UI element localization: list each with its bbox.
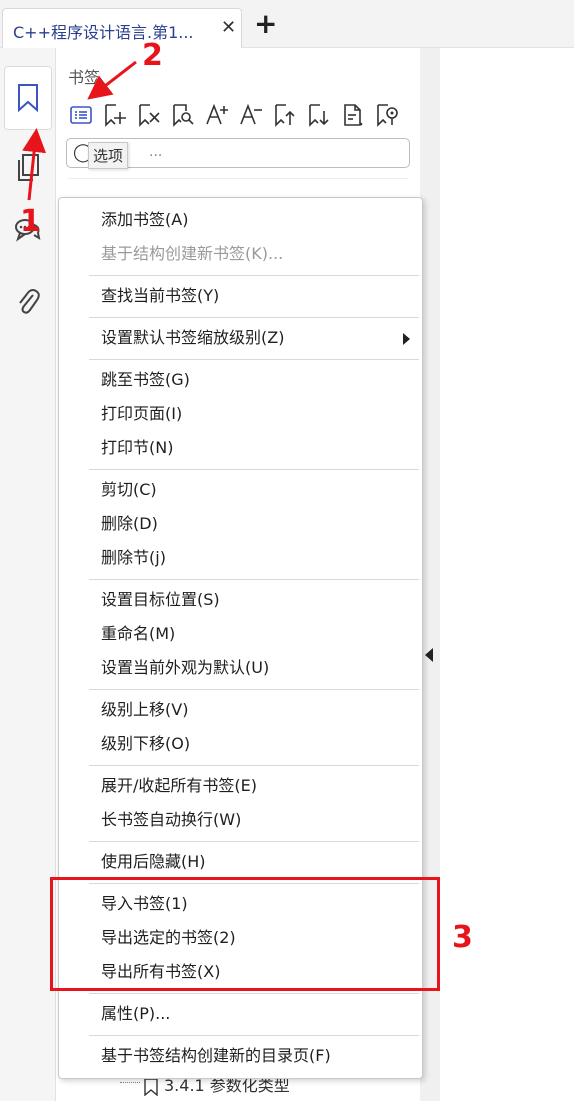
bookmark-icon — [144, 1077, 158, 1096]
menu-separator — [89, 469, 419, 470]
menu-separator — [89, 841, 419, 842]
bookmark-destination-button[interactable] — [372, 100, 402, 130]
attachment-icon — [19, 289, 40, 314]
decrease-font-button[interactable] — [236, 100, 266, 130]
document-tab-title: C++程序设计语言.第1... — [13, 23, 194, 42]
move-down-icon — [309, 104, 329, 127]
menu-item-go-to[interactable]: 跳至书签(G) — [101, 370, 190, 390]
menu-item-rename[interactable]: 重命名(M) — [101, 624, 175, 644]
search-placeholder: ... — [149, 144, 163, 160]
close-icon[interactable]: ✕ — [221, 17, 236, 38]
panel-separator — [68, 178, 408, 179]
pages-icon — [18, 154, 39, 181]
decrease-font-icon — [240, 103, 262, 125]
menu-item-hide-after-use[interactable]: 使用后隐藏(H) — [101, 852, 206, 872]
find-bookmark-button[interactable] — [168, 100, 198, 130]
menu-item-set-destination[interactable]: 设置目标位置(S) — [101, 590, 220, 610]
rail-bookmarks-button[interactable] — [4, 66, 52, 130]
menu-separator — [89, 993, 419, 994]
menu-item-create-toc-page[interactable]: 基于书签结构创建新的目录页(F) — [101, 1046, 331, 1066]
menu-item-delete-section[interactable]: 删除节(j) — [101, 548, 166, 568]
menu-item-create-from-structure: 基于结构创建新书签(K)... — [101, 244, 284, 263]
options-list-icon — [70, 106, 92, 124]
annotation-highlight-box — [50, 877, 440, 991]
menu-item-properties[interactable]: 属性(P)... — [101, 1004, 170, 1024]
tab-bar: C++程序设计语言.第1... ✕ + — [0, 0, 574, 48]
menu-separator — [89, 579, 419, 580]
menu-separator — [89, 359, 419, 360]
menu-separator — [89, 689, 419, 690]
tree-guide-line — [120, 1082, 140, 1083]
bookmark-toolbar — [66, 100, 402, 132]
move-up-button[interactable] — [270, 100, 300, 130]
add-tab-button[interactable]: + — [254, 10, 277, 38]
submenu-arrow-icon — [403, 333, 410, 345]
menu-separator — [89, 317, 419, 318]
menu-item-set-default-appearance[interactable]: 设置当前外观为默认(U) — [101, 658, 269, 678]
annotation-number-1: 1 — [20, 204, 41, 239]
move-up-icon — [275, 104, 295, 127]
menu-item-cut[interactable]: 剪切(C) — [101, 480, 157, 500]
delete-bookmark-icon — [139, 104, 160, 127]
menu-item-demote[interactable]: 级别下移(O) — [101, 734, 190, 754]
menu-item-print-pages[interactable]: 打印页面(I) — [101, 404, 182, 424]
bookmark-icon — [18, 84, 38, 113]
menu-item-default-zoom[interactable]: 设置默认书签缩放级别(Z) — [101, 328, 284, 348]
menu-item-wrap-long-bookmarks[interactable]: 长书签自动换行(W) — [101, 810, 241, 830]
document-tab[interactable]: C++程序设计语言.第1... ✕ — [2, 8, 242, 48]
options-button[interactable] — [66, 100, 96, 130]
find-bookmark-icon — [173, 104, 194, 127]
add-bookmark-button[interactable] — [100, 100, 130, 130]
rail-attachments-button[interactable] — [4, 270, 52, 334]
options-tooltip: 选项 — [88, 142, 129, 169]
menu-item-find-current[interactable]: 查找当前书签(Y) — [101, 286, 219, 306]
menu-item-print-section[interactable]: 打印节(N) — [101, 438, 173, 458]
delete-bookmark-button[interactable] — [134, 100, 164, 130]
increase-font-icon — [206, 103, 228, 125]
panel-title: 书签 — [68, 68, 101, 87]
menu-item-delete[interactable]: 删除(D) — [101, 514, 158, 534]
collapse-panel-icon[interactable] — [425, 648, 433, 662]
move-down-button[interactable] — [304, 100, 334, 130]
menu-separator — [89, 765, 419, 766]
annotation-number-3: 3 — [452, 920, 473, 955]
annotation-number-2: 2 — [142, 38, 163, 73]
menu-item-promote[interactable]: 级别上移(V) — [101, 700, 188, 720]
increase-font-button[interactable] — [202, 100, 232, 130]
menu-separator — [89, 1035, 419, 1036]
menu-separator — [89, 275, 419, 276]
bookmark-destination-icon — [377, 104, 398, 127]
bookmark-properties-button[interactable] — [338, 100, 368, 130]
bookmark-properties-icon — [344, 104, 363, 126]
menu-item-expand-collapse-all[interactable]: 展开/收起所有书签(E) — [101, 776, 257, 796]
menu-item-add-bookmark[interactable]: 添加书签(A) — [101, 210, 188, 230]
rail-pages-button[interactable] — [4, 136, 52, 200]
add-bookmark-icon — [105, 104, 126, 127]
